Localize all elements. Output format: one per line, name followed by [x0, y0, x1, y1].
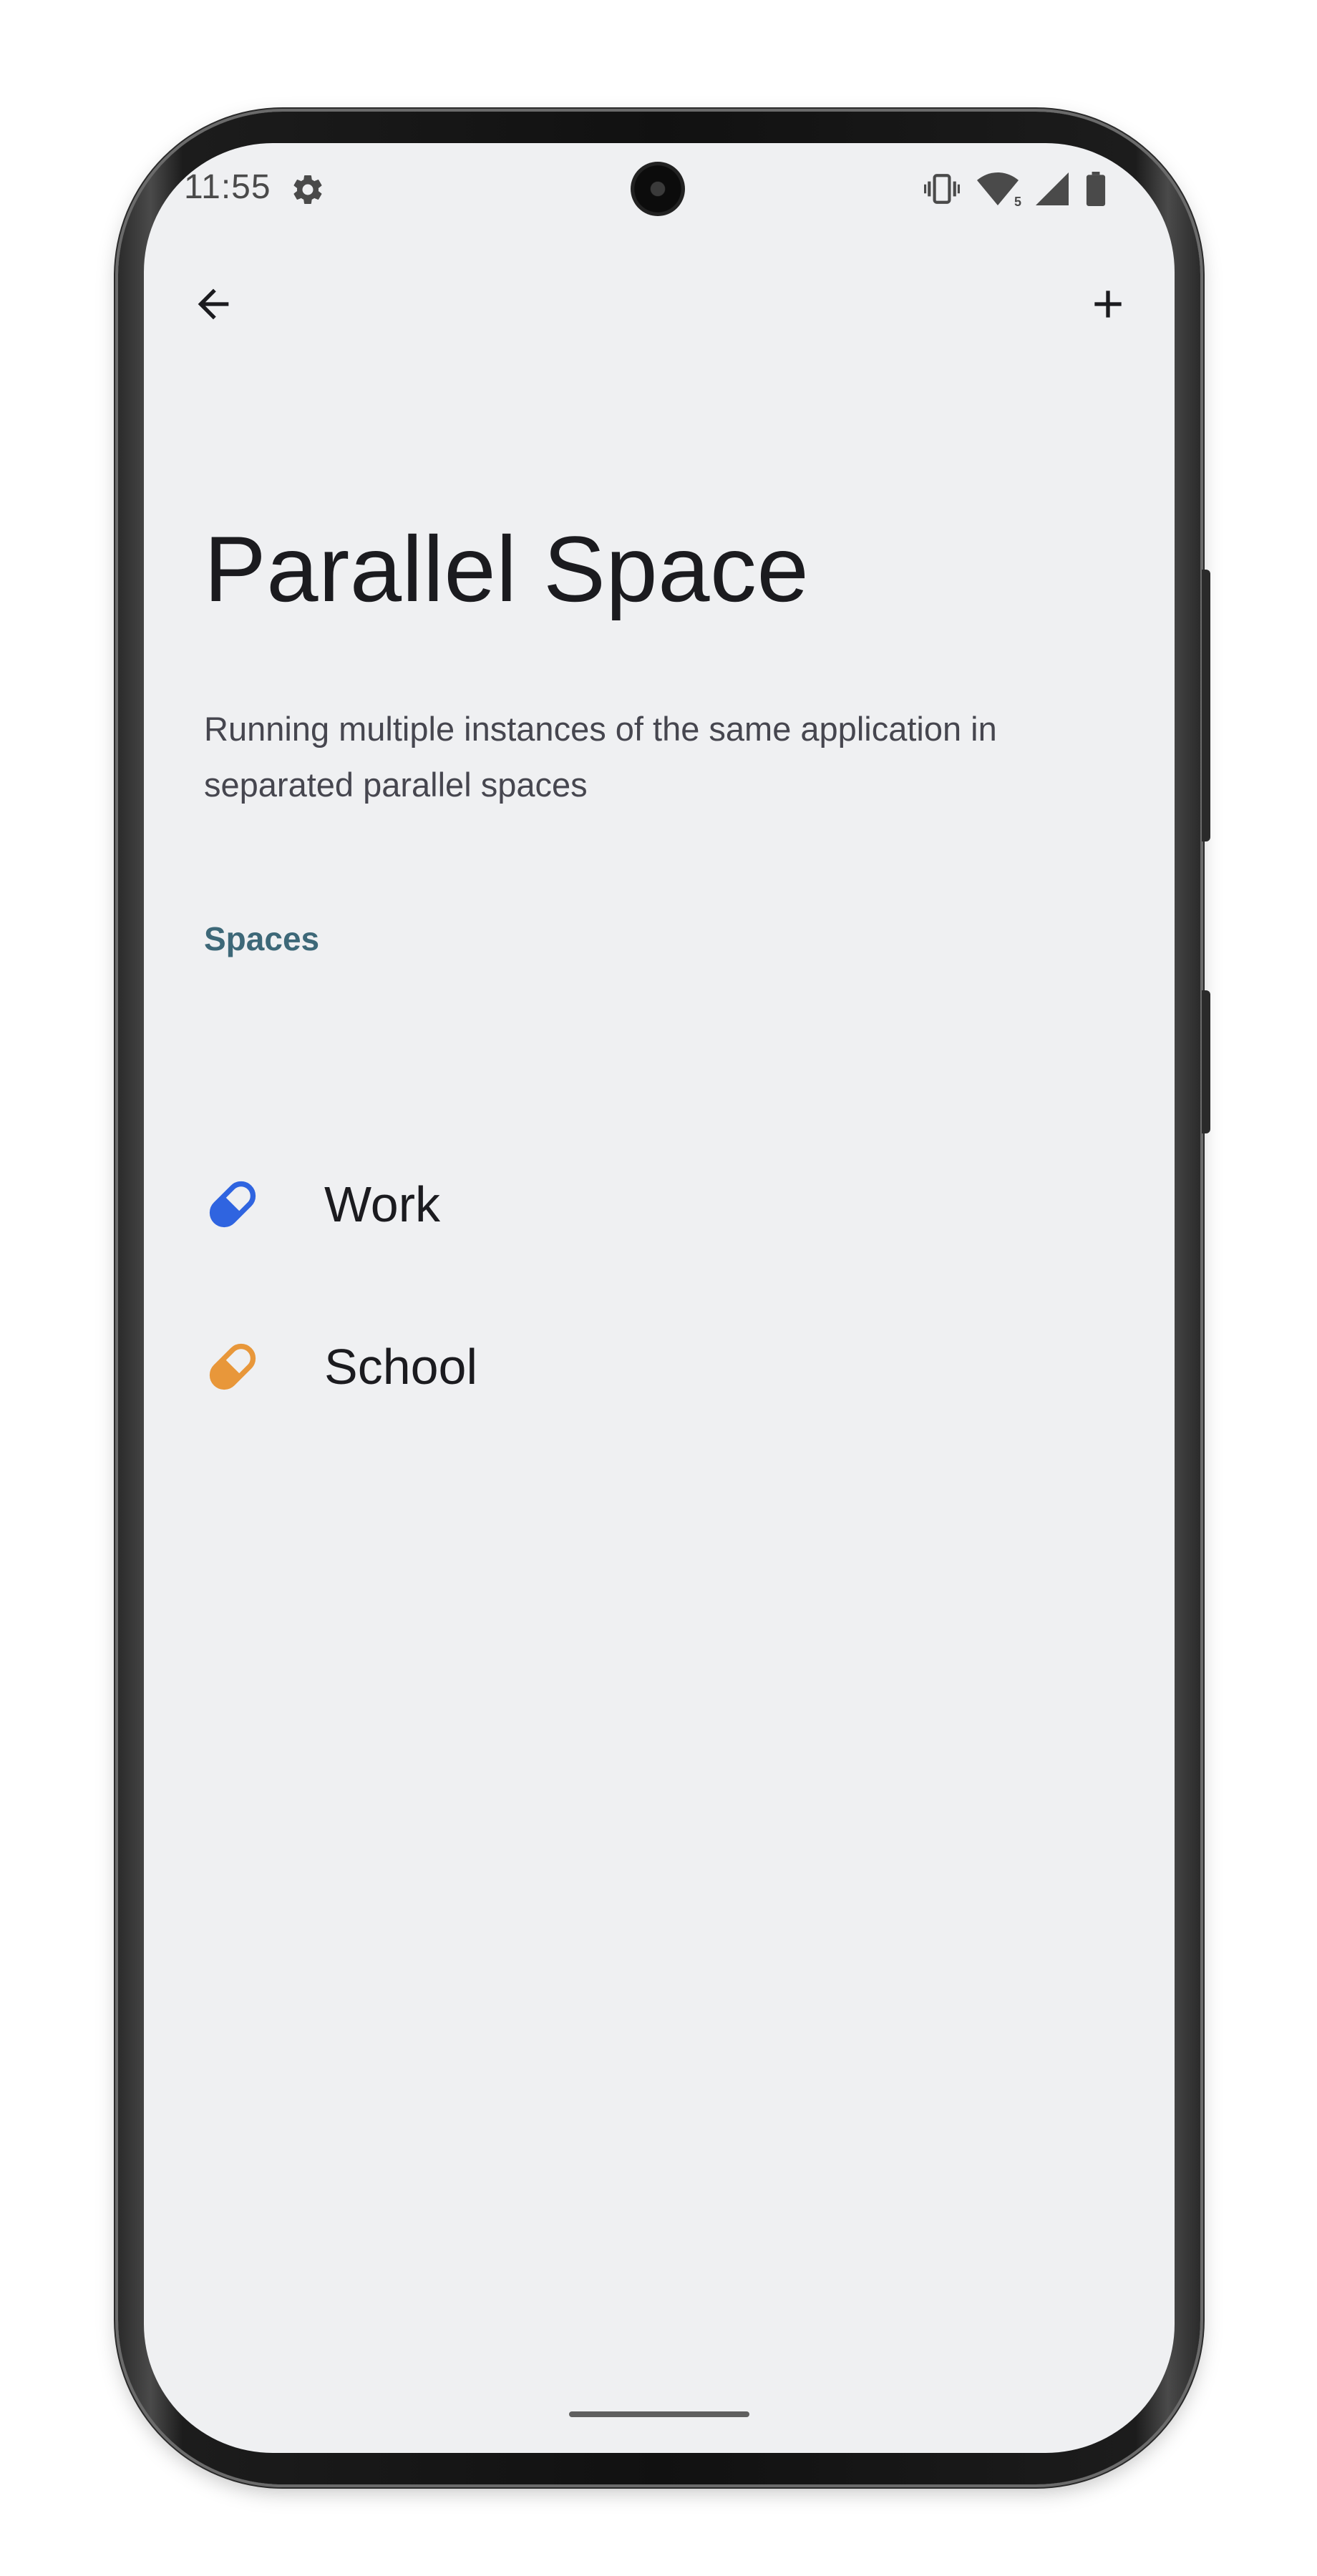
add-space-button[interactable] [1069, 265, 1147, 343]
volume-button [1202, 990, 1210, 1133]
power-button [1202, 570, 1210, 841]
arrow-back-icon [198, 288, 229, 320]
battery-icon [1086, 172, 1106, 206]
back-button[interactable] [174, 265, 253, 343]
status-icons: 5 [924, 170, 1106, 209]
phone-frame: 11:55 5 Parallel Space Running multiple … [118, 112, 1210, 2484]
home-indicator[interactable] [569, 2411, 749, 2417]
page-title: Parallel Space [204, 517, 810, 621]
spaces-section-header: Spaces [204, 920, 320, 957]
pill-icon [209, 1181, 256, 1228]
screen: 11:55 5 Parallel Space Running multiple … [144, 143, 1175, 2453]
space-label-work: Work [324, 1176, 441, 1232]
front-camera [631, 162, 685, 216]
space-item-school[interactable]: School [144, 1292, 1175, 1442]
vibrate-icon [924, 174, 960, 204]
space-label-school: School [324, 1339, 478, 1395]
page-description: Running multiple instances of the same a… [204, 710, 997, 804]
wifi-icon: 5 [977, 172, 1021, 209]
top-app-bar [144, 236, 1175, 372]
status-time: 11:55 [184, 168, 271, 206]
settings-icon [293, 175, 322, 204]
space-item-work[interactable]: Work [144, 1129, 1175, 1279]
status-bar: 11:55 5 [144, 143, 1175, 236]
wifi-badge: 5 [1014, 195, 1021, 209]
pill-icon [209, 1343, 256, 1390]
cell-signal-icon [1036, 172, 1069, 205]
plus-icon [1094, 291, 1122, 318]
